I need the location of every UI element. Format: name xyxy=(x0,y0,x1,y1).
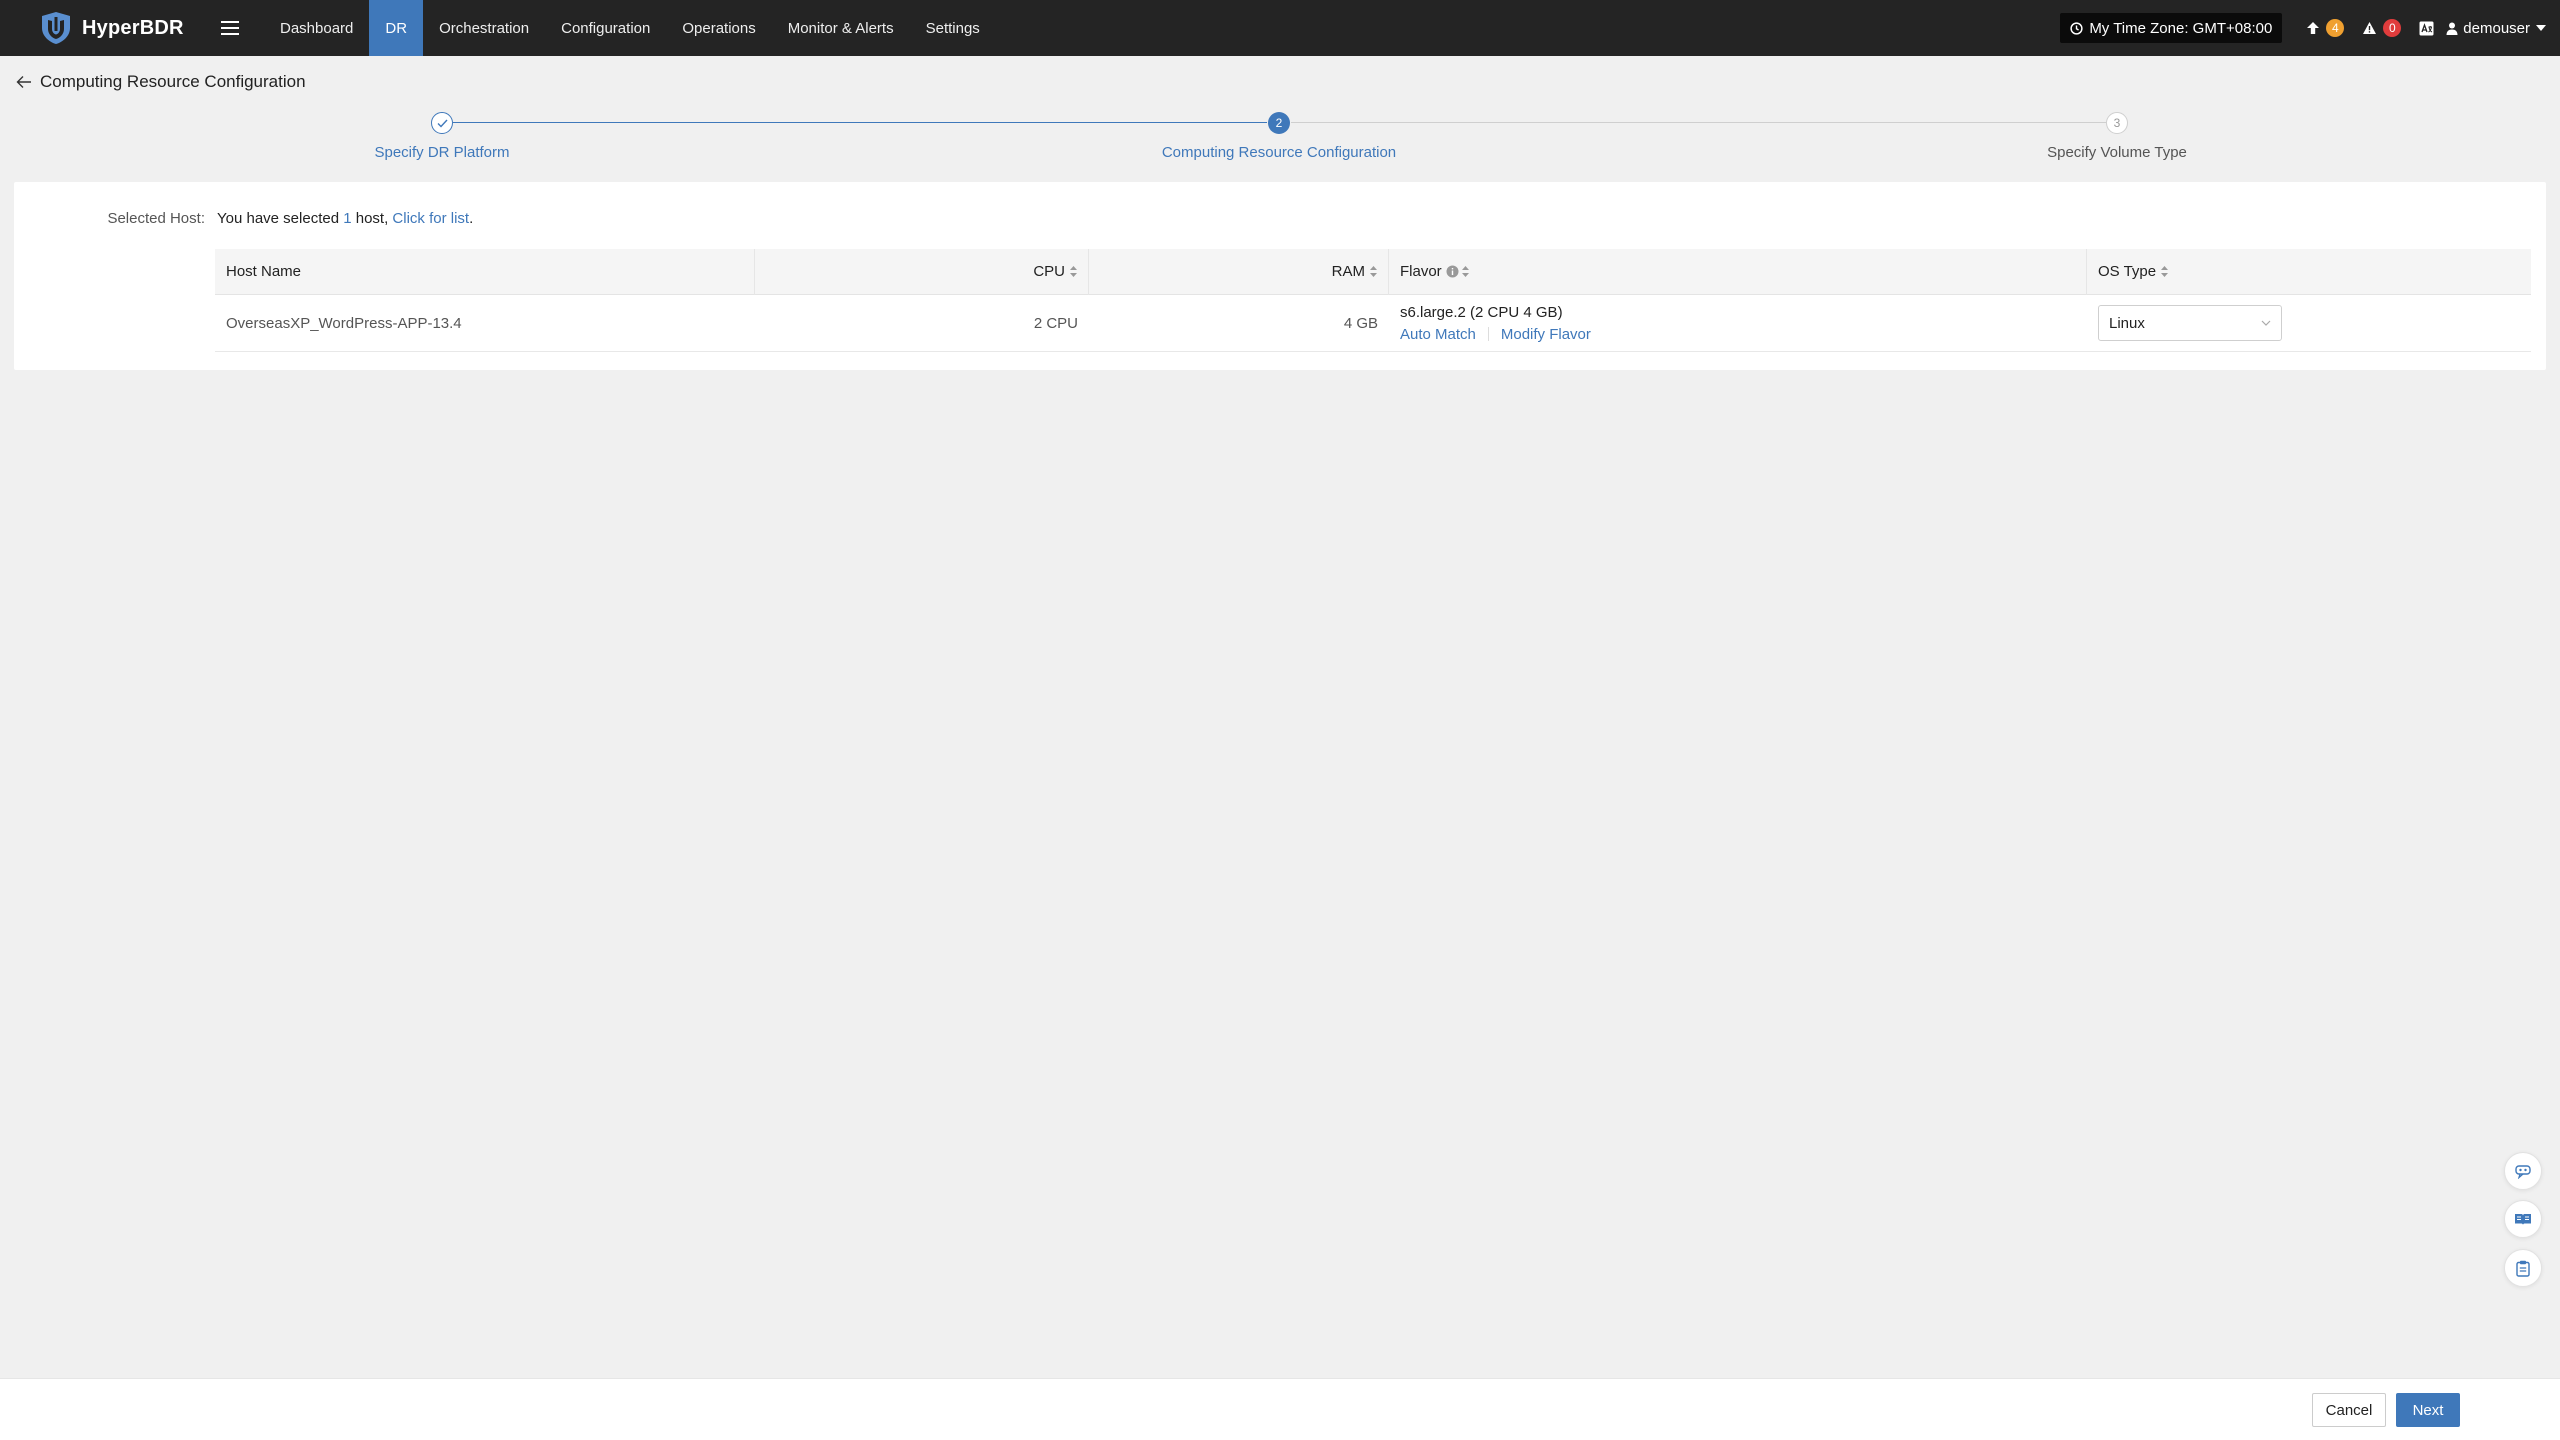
host-name-cell: OverseasXP_WordPress-APP-13.4 xyxy=(226,314,462,332)
alert-notifications[interactable]: 0 xyxy=(2362,19,2402,37)
wizard-steps: Specify DR Platform 2 Computing Resource… xyxy=(0,110,2560,170)
info-icon[interactable] xyxy=(1446,265,1459,278)
next-button[interactable]: Next xyxy=(2396,1393,2460,1427)
selected-host-end: . xyxy=(469,210,474,227)
topbar-right: My Time Zone: GMT+08:00 4 0 demouser xyxy=(2060,0,2560,56)
user-icon xyxy=(2446,22,2458,35)
timezone-text: My Time Zone: GMT+08:00 xyxy=(2089,19,2273,37)
host-table: Host Name CPU RAM Flavor OS Type Oversea… xyxy=(215,248,2531,352)
step-2-label: Computing Resource Configuration xyxy=(1161,144,1397,161)
column-header-host-name: Host Name xyxy=(215,248,755,295)
cpu-cell: 2 CPU xyxy=(1033,314,1078,332)
flavor-actions: Auto Match Modify Flavor xyxy=(1400,326,2076,343)
selected-host-count: 1 xyxy=(343,210,352,227)
click-for-list-link[interactable]: Click for list xyxy=(392,210,469,227)
os-type-value: Linux xyxy=(2109,314,2145,332)
column-header-host-name-label: Host Name xyxy=(226,263,302,280)
step-1-circle xyxy=(431,112,453,134)
brand[interactable]: HyperBDR xyxy=(0,0,210,56)
step-2-circle: 2 xyxy=(1268,112,1290,134)
column-header-flavor-label: Flavor xyxy=(1400,263,1442,280)
menu-toggle-icon[interactable] xyxy=(210,0,250,56)
step-1-label: Specify DR Platform xyxy=(374,144,510,161)
user-menu[interactable]: demouser xyxy=(2446,20,2546,37)
upgrade-notifications[interactable]: 4 xyxy=(2306,19,2345,37)
table-row: OverseasXP_WordPress-APP-13.4 2 CPU 4 GB… xyxy=(215,295,2531,352)
flavor-cell: s6.large.2 (2 CPU 4 GB) Auto Match Modif… xyxy=(1389,304,2087,343)
selected-host-label: Selected Host: xyxy=(107,210,205,227)
auto-match-link[interactable]: Auto Match xyxy=(1400,326,1476,343)
selected-host-row: Selected Host: You have selected 1 host,… xyxy=(14,210,473,227)
floating-clipboard-button[interactable] xyxy=(2504,1249,2542,1287)
upgrade-count-badge: 4 xyxy=(2326,19,2345,37)
floating-chat-button[interactable] xyxy=(2504,1152,2542,1190)
selected-host-prefix: You have selected xyxy=(217,210,344,227)
caret-down-icon xyxy=(2536,25,2546,31)
nav-item-dr[interactable]: DR xyxy=(369,0,424,56)
configuration-card: Selected Host: You have selected 1 host,… xyxy=(14,182,2546,370)
footer-bar: Cancel Next xyxy=(0,1378,2560,1440)
page-header: Computing Resource Configuration xyxy=(16,72,306,92)
book-icon xyxy=(2515,1214,2531,1225)
alert-count-badge: 0 xyxy=(2383,19,2402,37)
language-switcher[interactable] xyxy=(2419,21,2434,36)
nav-item-operations[interactable]: Operations xyxy=(666,0,771,56)
column-header-cpu[interactable]: CPU xyxy=(755,248,1089,295)
nav-item-settings[interactable]: Settings xyxy=(910,0,996,56)
arrow-up-icon xyxy=(2307,22,2320,34)
step-3-circle: 3 xyxy=(2106,112,2128,134)
chat-bot-icon xyxy=(2515,1165,2531,1179)
table-header: Host Name CPU RAM Flavor OS Type xyxy=(215,248,2531,295)
hyperbdr-logo-icon xyxy=(42,12,70,44)
flavor-name: s6.large.2 (2 CPU 4 GB) xyxy=(1400,303,1563,321)
os-type-select[interactable]: Linux xyxy=(2098,305,2282,341)
timezone-display[interactable]: My Time Zone: GMT+08:00 xyxy=(2060,13,2283,43)
clipboard-icon xyxy=(2516,1260,2530,1277)
step-connector-1 xyxy=(453,122,1267,123)
checkmark-icon xyxy=(437,119,448,128)
sort-icon xyxy=(1070,266,1077,277)
back-arrow-icon[interactable] xyxy=(16,75,32,89)
cancel-button[interactable]: Cancel xyxy=(2312,1393,2386,1427)
main-nav: Dashboard DR Orchestration Configuration… xyxy=(264,0,996,56)
sort-icon xyxy=(1370,266,1377,277)
nav-item-dashboard[interactable]: Dashboard xyxy=(264,0,369,56)
column-header-os-type-label: OS Type xyxy=(2098,263,2157,280)
language-icon xyxy=(2419,21,2434,35)
page-title: Computing Resource Configuration xyxy=(40,72,306,91)
action-divider xyxy=(1487,327,1489,341)
column-header-flavor[interactable]: Flavor xyxy=(1389,248,2087,295)
os-type-cell: Linux xyxy=(2087,305,2531,341)
ram-cell: 4 GB xyxy=(1343,314,1378,332)
step-connector-2 xyxy=(1291,122,2106,123)
app-name: HyperBDR xyxy=(82,16,184,39)
floating-docs-button[interactable] xyxy=(2504,1200,2542,1238)
top-navigation-bar: HyperBDR Dashboard DR Orchestration Conf… xyxy=(0,0,2560,56)
sort-icon xyxy=(2161,266,2169,277)
column-header-ram[interactable]: RAM xyxy=(1089,248,1389,295)
nav-item-orchestration[interactable]: Orchestration xyxy=(423,0,545,56)
column-header-os-type[interactable]: OS Type xyxy=(2087,249,2531,295)
sort-icon xyxy=(1461,266,1469,277)
nav-item-configuration[interactable]: Configuration xyxy=(545,0,666,56)
nav-item-monitor-alerts[interactable]: Monitor & Alerts xyxy=(772,0,910,56)
column-header-ram-label: RAM xyxy=(1331,263,1365,280)
column-header-cpu-label: CPU xyxy=(1033,263,1065,280)
chevron-down-icon xyxy=(2261,320,2271,326)
selected-host-suffix: host, xyxy=(351,210,393,227)
step-3-label: Specify Volume Type xyxy=(2047,144,2187,161)
warning-icon xyxy=(2363,22,2377,34)
selected-host-summary: You have selected 1 host, Click for list… xyxy=(217,210,473,227)
clock-icon xyxy=(2070,21,2083,35)
modify-flavor-link[interactable]: Modify Flavor xyxy=(1501,326,1591,343)
username: demouser xyxy=(2463,19,2530,37)
